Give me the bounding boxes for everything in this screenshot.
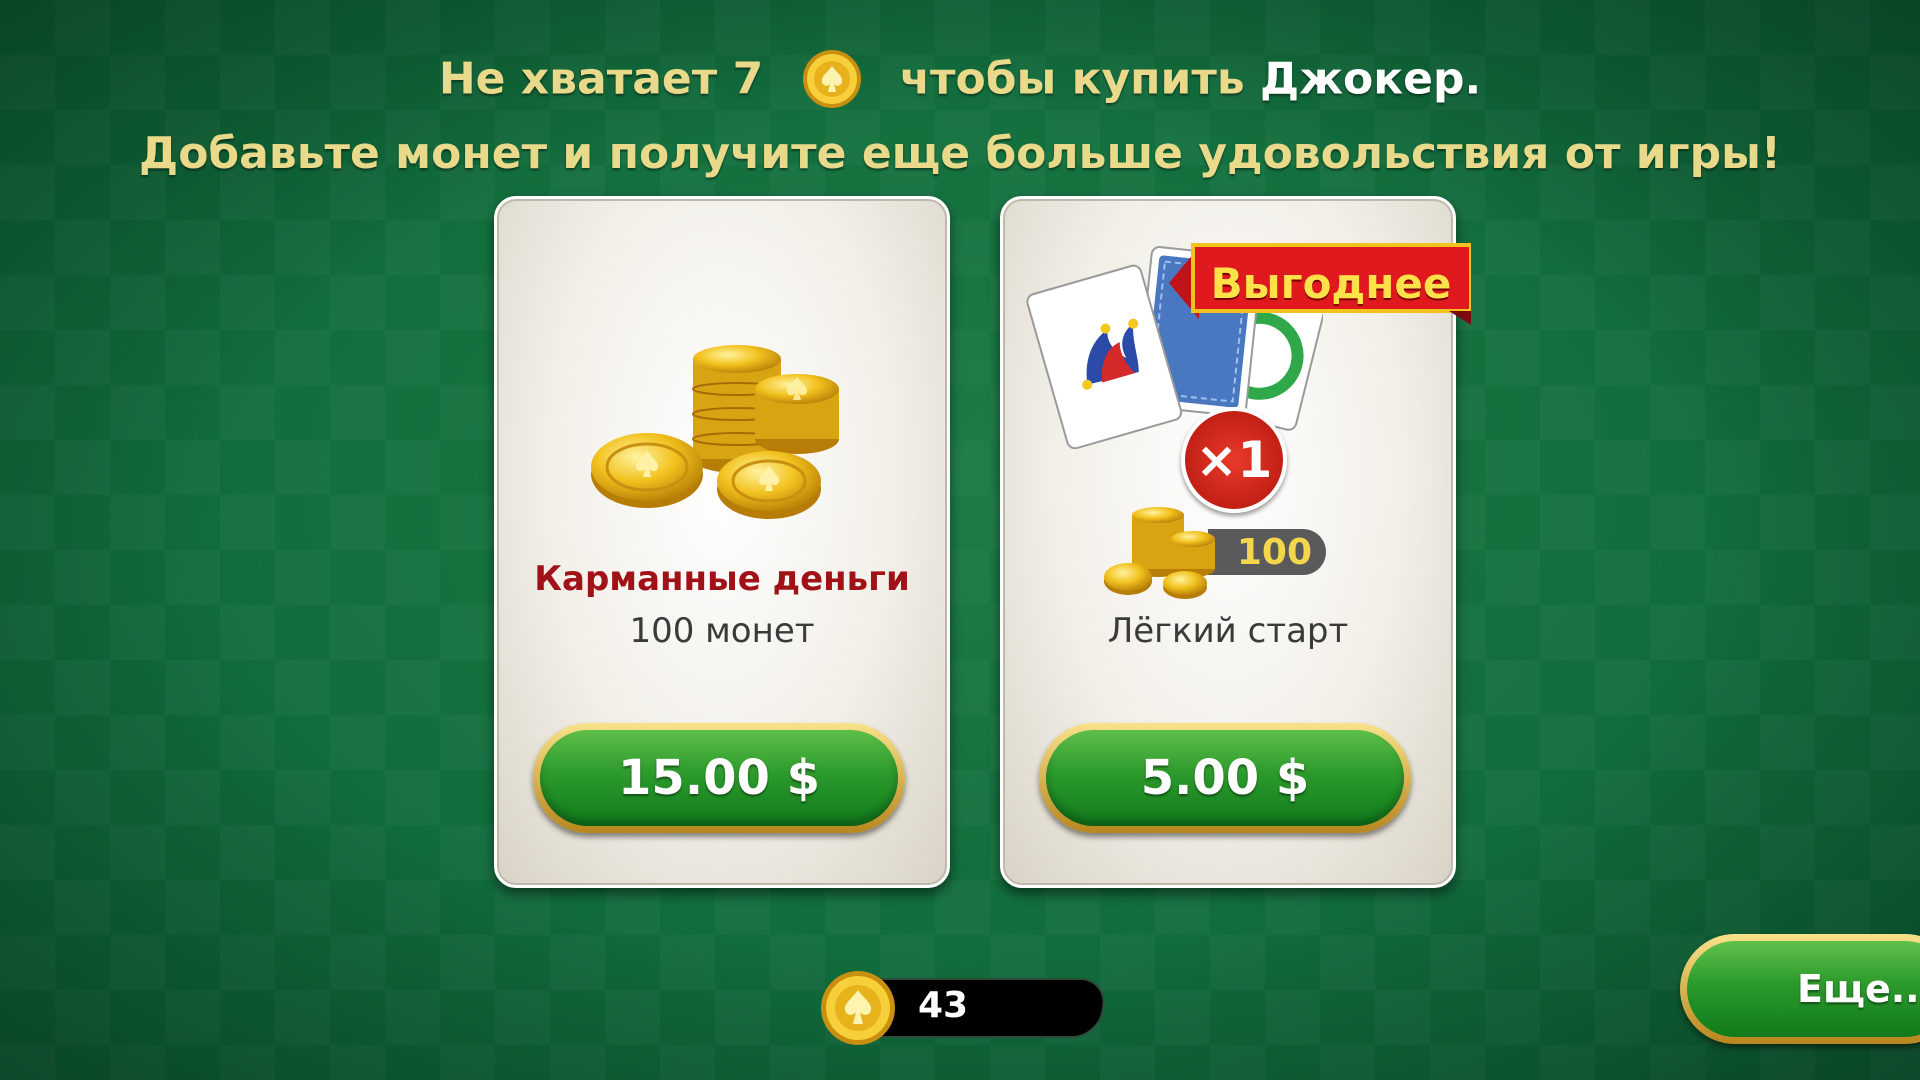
- item-name: Джокер.: [1260, 53, 1482, 105]
- missing-coins-prefix: Не хватает 7: [438, 53, 764, 105]
- balance-bar: [863, 978, 1109, 1038]
- spade-coin-icon: [802, 50, 861, 108]
- buy-button-easy-start[interactable]: 5.00 $: [1039, 723, 1411, 833]
- offer-card-pocket-money[interactable]: Карманные деньги 100 монет 15.00 $: [494, 196, 950, 888]
- multiplier-badge: ×1: [1181, 407, 1287, 513]
- best-value-badge: Выгоднее: [1210, 258, 1452, 308]
- spade-coin-icon: [821, 971, 895, 1045]
- coin-count-pill: 100: [1208, 529, 1326, 575]
- buy-button-pocket-money[interactable]: 15.00 $: [533, 723, 905, 833]
- coin-pile-icon: [591, 345, 839, 519]
- offer-subtitle: Лёгкий старт: [1107, 611, 1349, 651]
- coin-balance: 43: [818, 968, 1109, 1045]
- offer-card-easy-start[interactable]: Выгоднее ×1 100 Лёгкий старт 5.00 $: [1000, 196, 1471, 888]
- missing-coins-message: Не хватает 7 чтобы купить Джокер.: [0, 48, 1920, 110]
- more-offers-button[interactable]: Еще...: [1680, 934, 1920, 1044]
- add-coins-message: Добавьте монет и получите еще больше удо…: [139, 128, 1781, 179]
- balance-value: 43: [918, 985, 969, 1026]
- coin-pile-icon: [1104, 507, 1215, 599]
- missing-coins-middle: чтобы купить: [899, 53, 1245, 105]
- offer-title: Карманные деньги: [534, 559, 910, 599]
- more-label: Еще...: [1687, 941, 1920, 1037]
- offer-subtitle: 100 монет: [629, 611, 815, 651]
- price-label: 5.00 $: [1046, 730, 1404, 826]
- price-label: 15.00 $: [540, 730, 898, 826]
